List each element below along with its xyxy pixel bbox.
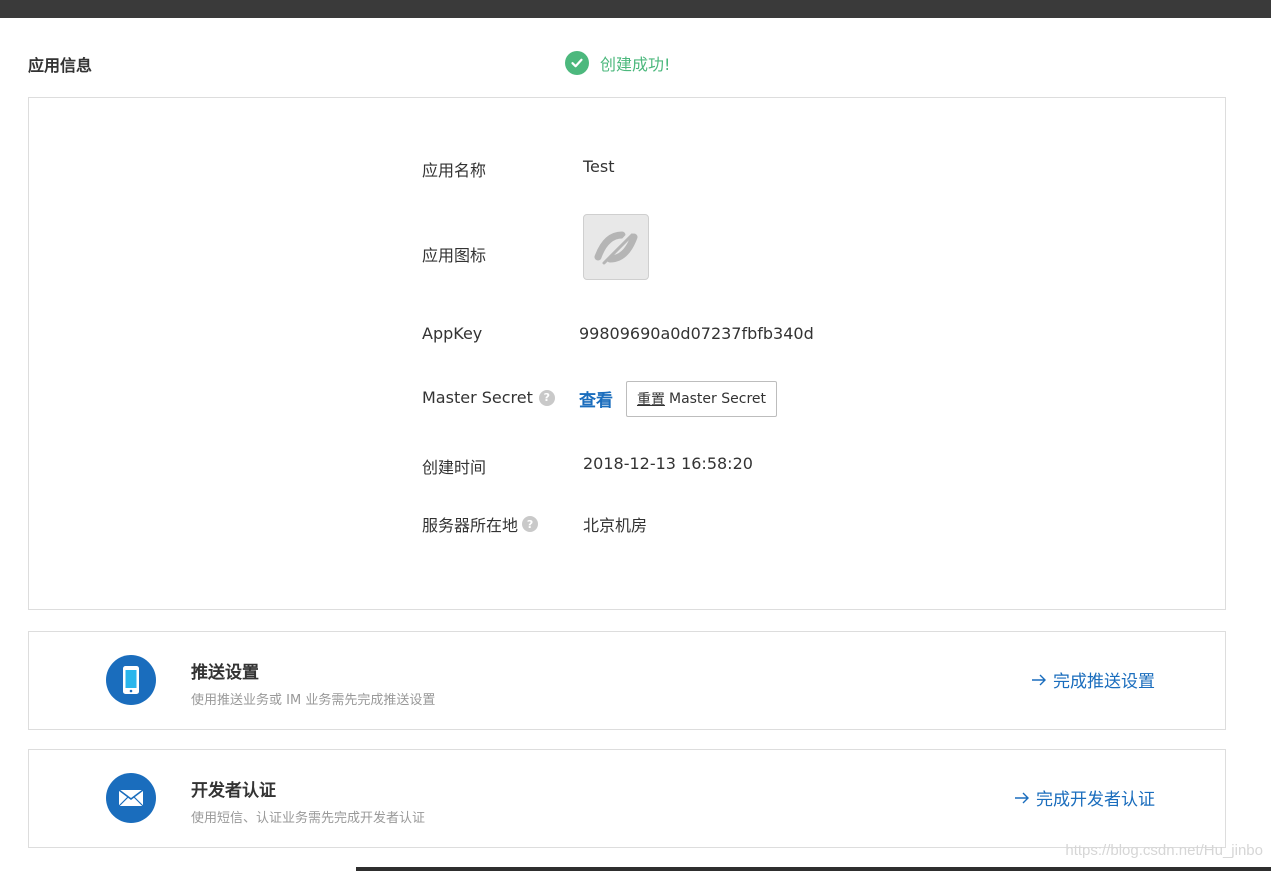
- top-bar: [0, 0, 1271, 18]
- appkey-label-text: AppKey: [422, 324, 483, 343]
- app-logo-icon: [594, 229, 638, 265]
- server-location-label: 服务器所在地 ?: [422, 512, 539, 536]
- app-name-label: 应用名称: [422, 157, 486, 181]
- envelope-icon: [106, 773, 156, 823]
- app-name-value: Test: [583, 157, 615, 176]
- app-icon: [583, 214, 649, 280]
- view-master-secret-link[interactable]: 查看: [579, 386, 613, 411]
- complete-push-settings-text: 完成推送设置: [1053, 672, 1155, 692]
- master-secret-help-icon[interactable]: ?: [538, 389, 555, 406]
- created-time-label-text: 创建时间: [422, 458, 487, 477]
- success-notice: 创建成功!: [565, 51, 670, 75]
- developer-verification-card: 开发者认证 使用短信、认证业务需先完成开发者认证 完成开发者认证: [28, 749, 1226, 848]
- reset-button-suffix: Master Secret: [668, 391, 766, 407]
- master-secret-label-text: Master Secret: [422, 388, 533, 407]
- server-location-label-text: 服务器所在地: [422, 516, 519, 535]
- created-time-label: 创建时间: [422, 454, 486, 478]
- server-location-help-icon[interactable]: ?: [522, 516, 539, 532]
- developer-verification-desc: 使用短信、认证业务需先完成开发者认证: [191, 811, 426, 826]
- complete-developer-verification-link[interactable]: 完成开发者认证: [1014, 785, 1155, 810]
- arrow-right-icon: [1031, 673, 1047, 687]
- appkey-value: 99809690a0d07237fbfb340d: [579, 324, 814, 343]
- app-icon-label-text: 应用图标: [422, 246, 487, 265]
- arrow-right-icon: [1014, 791, 1030, 805]
- push-settings-desc: 使用推送业务或 IM 业务需先完成推送设置: [191, 693, 436, 708]
- push-settings-title: 推送设置: [191, 663, 259, 683]
- server-location-value: 北京机房: [583, 516, 648, 535]
- bottom-strip: [356, 867, 1271, 871]
- success-text: 创建成功!: [600, 55, 671, 74]
- master-secret-label: Master Secret ?: [422, 388, 555, 407]
- complete-push-settings-link[interactable]: 完成推送设置: [1031, 667, 1155, 692]
- push-settings-card: 推送设置 使用推送业务或 IM 业务需先完成推送设置 完成推送设置: [28, 631, 1226, 730]
- phone-icon: [106, 655, 156, 705]
- developer-verification-title: 开发者认证: [191, 781, 276, 801]
- complete-developer-verification-text: 完成开发者认证: [1036, 790, 1155, 810]
- watermark: https://blog.csdn.net/Hu_jinbo: [1065, 842, 1263, 859]
- appkey-label: AppKey: [422, 324, 482, 343]
- app-icon-label: 应用图标: [422, 242, 486, 266]
- reset-button-prefix: 重置: [636, 392, 665, 408]
- created-time-value: 2018-12-13 16:58:20: [583, 454, 753, 473]
- app-name-label-text: 应用名称: [422, 161, 487, 180]
- check-circle-icon: [565, 51, 589, 75]
- section-title: 应用信息: [28, 56, 93, 75]
- reset-master-secret-button[interactable]: 重置 Master Secret: [626, 381, 777, 417]
